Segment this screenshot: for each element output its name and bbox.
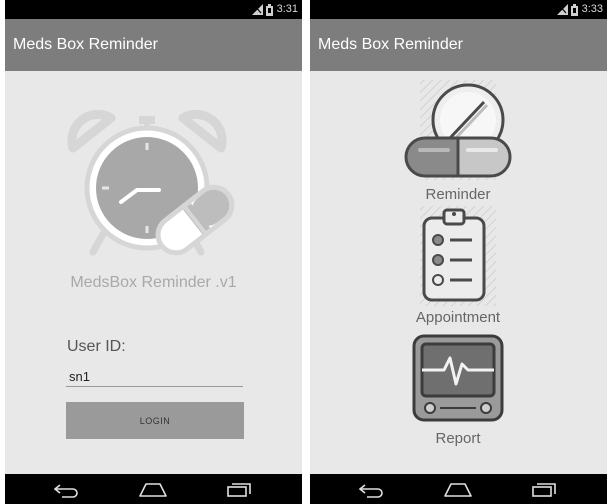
- app-title: Meds Box Reminder: [13, 36, 158, 53]
- battery-icon: [265, 3, 273, 16]
- clipboard-checklist-icon: [420, 206, 496, 306]
- app-bar: Meds Box Reminder: [5, 19, 302, 71]
- status-time: 3:31: [276, 3, 298, 15]
- heart-monitor-icon: [412, 334, 504, 422]
- appointment-menu-item[interactable]: Appointment: [398, 206, 518, 330]
- back-icon[interactable]: [51, 480, 83, 500]
- app-bar: Meds Box Reminder: [310, 19, 607, 71]
- login-button[interactable]: LOGIN: [66, 402, 244, 439]
- status-time: 3:33: [581, 3, 603, 15]
- reminder-menu-item[interactable]: Reminder: [398, 80, 518, 204]
- back-icon[interactable]: [356, 480, 388, 500]
- user-id-label: User ID:: [67, 338, 126, 355]
- no-sim-icon: [251, 4, 263, 15]
- login-screen: 3:31 Meds Box Reminder MedsBox Reminder …: [5, 0, 302, 504]
- recents-icon[interactable]: [528, 480, 560, 500]
- app-title: Meds Box Reminder: [318, 36, 463, 53]
- menu-screen: 3:33 Meds Box Reminder Reminder Appointm…: [310, 0, 607, 504]
- alarm-clock-pill-icon: [63, 109, 238, 260]
- navigation-bar: [310, 474, 607, 504]
- status-bar: 3:31: [5, 0, 302, 19]
- status-bar: 3:33: [310, 0, 607, 19]
- navigation-bar: [5, 474, 302, 504]
- battery-icon: [570, 3, 578, 16]
- reminder-label: Reminder: [425, 186, 491, 203]
- pill-capsule-icon: [404, 80, 512, 180]
- no-sim-icon: [556, 4, 568, 15]
- user-id-input[interactable]: [66, 366, 243, 387]
- report-menu-item[interactable]: Report: [398, 334, 518, 458]
- home-icon[interactable]: [442, 480, 474, 500]
- appointment-label: Appointment: [415, 309, 501, 326]
- version-label: MedsBox Reminder .v1: [70, 274, 237, 291]
- home-icon[interactable]: [137, 480, 169, 500]
- recents-icon[interactable]: [223, 480, 255, 500]
- report-label: Report: [435, 430, 481, 447]
